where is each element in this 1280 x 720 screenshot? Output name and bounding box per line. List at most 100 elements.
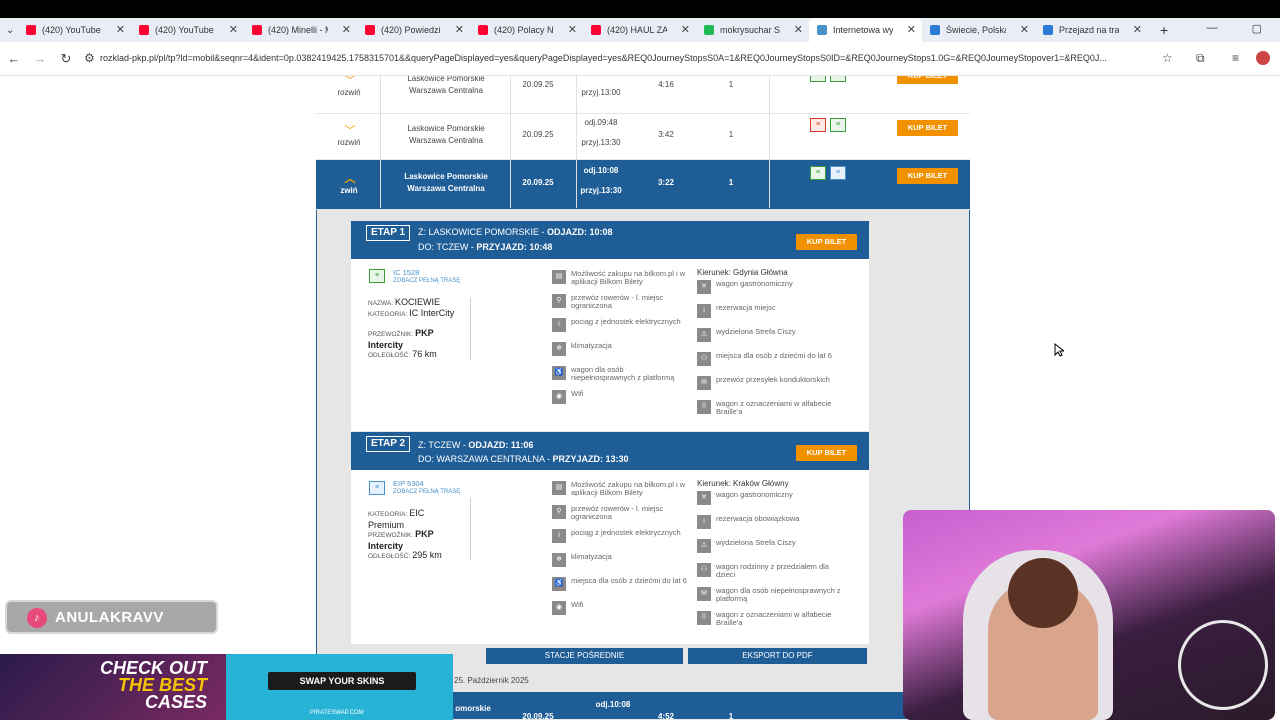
browser-tab[interactable]: (420) Minelli - Mi ✕ (244, 18, 357, 42)
feature-icon: i (552, 318, 566, 332)
feature-icon: ⚇ (697, 563, 711, 577)
arrival-time: przyj.13:30 (581, 138, 621, 147)
feature-label: Wifi (571, 600, 584, 609)
etap2-eip-train-icon: ≡ (369, 481, 385, 495)
train-type-icon: ≡ (810, 76, 826, 82)
etap2-distance-key: ODLEGŁOŚĆ: (368, 553, 411, 560)
tiktok-handle: ANULAKRAVV (55, 608, 164, 626)
tab-title: (420) YouTube (155, 25, 214, 35)
connection-row[interactable]: ﹀ rozwiń Laskowice Pomorskie Warszawa Centr… (316, 76, 970, 114)
feature-label: wagon dla osób niepełnosprawnych z platf… (716, 586, 841, 603)
export-pdf-button[interactable]: EKSPORT DO PDF (688, 648, 867, 664)
tab-close-icon[interactable]: ✕ (342, 23, 351, 36)
train-feature: ❄ klimatyzacja (552, 553, 689, 567)
browser-tab[interactable]: (420) HAUL ZAKU ✕ (583, 18, 696, 42)
tab-close-icon[interactable]: ✕ (907, 23, 916, 36)
profile-avatar[interactable] (1256, 51, 1270, 65)
date-note: 25. Październik 2025 (454, 676, 529, 685)
browser-tab[interactable]: Świecie, Polska - ✕ (922, 18, 1035, 42)
tab-close-icon[interactable]: ✕ (568, 23, 577, 36)
tab-close-icon[interactable]: ✕ (681, 23, 690, 36)
etap2-full-route-link[interactable]: ZOBACZ PEŁNĄ TRASĘ (393, 489, 460, 495)
intermediate-stations-button[interactable]: STACJE POŚREDNIE (486, 648, 683, 664)
browser-tab[interactable]: Internetowa wysz ✕ (809, 18, 922, 42)
tab-favicon-icon (1043, 25, 1053, 35)
browser-tab[interactable]: mokrysuchar Stre ✕ (696, 18, 809, 42)
etap1-name: NAZWA: KOCIEWIE (368, 297, 440, 307)
bookmark-star-icon[interactable]: ☆ (1162, 51, 1173, 65)
tab-search-icon[interactable]: ⌄ (0, 25, 18, 36)
tab-close-icon[interactable]: ✕ (1020, 23, 1029, 36)
buy-ticket-button[interactable]: KUP BILET (897, 120, 958, 136)
browser-tab[interactable]: (420) YouTube ✕ (131, 18, 244, 42)
train-feature: ⚲ przewóz rowerów - l. miejsc ograniczona (552, 505, 689, 521)
train-type-icon: ≡ (830, 76, 846, 82)
maximize-icon[interactable]: ▢ (1252, 22, 1262, 35)
tab-close-icon[interactable]: ✕ (229, 23, 238, 36)
feature-label: pociąg z jednostek elektrycznych (571, 528, 681, 537)
browser-tab[interactable]: (420) Powiedziel ✕ (357, 18, 470, 42)
tab-close-icon[interactable]: ✕ (1133, 23, 1142, 36)
tab-close-icon[interactable]: ✕ (455, 23, 464, 36)
train-feature: i pociąg z jednostek elektrycznych (552, 318, 689, 332)
feature-icon: ♿ (552, 577, 566, 591)
tab-close-icon[interactable]: ✕ (116, 23, 125, 36)
train-feature: i pociąg z jednostek elektrycznych (552, 529, 689, 543)
train-feature: ⚇ wagon rodzinny z przedziałem dla dzieci (697, 563, 844, 579)
tab-title: (420) YouTube (42, 25, 101, 35)
browser-tab[interactable]: (420) YouTube ✕ (18, 18, 131, 42)
toggle-link[interactable]: rozwiń (332, 88, 366, 97)
forward-icon[interactable]: → (28, 51, 52, 66)
connection-row[interactable]: ﹀ rozwiń Laskowice Pomorskie Warszawa Centr… (316, 112, 970, 160)
browser-tab[interactable]: Przejazd na trasi ✕ (1035, 18, 1148, 42)
etap1-buy-button[interactable]: KUP BILET (796, 234, 857, 250)
etap2-departure: ODJAZD: 11:06 (468, 440, 534, 450)
etap1-category-value: IC InterCity (409, 308, 455, 318)
connection-row[interactable]: ︿ zwiń Laskowice Pomorskie Warszawa Central… (316, 160, 970, 210)
etap1-train-number[interactable]: IC 1528 (393, 268, 419, 277)
train-feature: ⚠ wydzielona Strefa Ciszy (697, 539, 844, 553)
etap1-distance-value: 76 km (412, 349, 437, 359)
new-tab-button[interactable]: + (1160, 22, 1168, 38)
toggle-link[interactable]: rozwiń (332, 138, 366, 147)
buy-ticket-button[interactable]: KUP BILET (897, 168, 958, 184)
feature-icon: ◉ (552, 390, 566, 404)
etap2-train-number[interactable]: EIP 5304 (393, 479, 424, 488)
back-icon[interactable]: ← (2, 51, 26, 66)
reload-icon[interactable]: ↻ (54, 51, 78, 67)
departure-time: odj.09:48 (584, 118, 618, 127)
tab-favicon-icon (252, 25, 262, 35)
browser-tab[interactable]: (420) Polacy NIE ✕ (470, 18, 583, 42)
feature-icon: ⚲ (552, 505, 566, 519)
chevron-down-icon[interactable]: ﹀ (340, 76, 360, 87)
url-field[interactable]: rozklad-pkp.pl/pl/tp?ld=mobil&seqnr=4&id… (100, 53, 1107, 63)
feature-label: wagon rodzinny z przedziałem dla dzieci (716, 562, 829, 579)
promo-headline: CHECK OUT THE BEST CASES (100, 659, 207, 711)
etap2-divider (470, 498, 471, 560)
site-info-icon[interactable]: ⚙ (84, 51, 95, 65)
feature-label: wagon z oznaczeniami w alfabecie Braille… (716, 610, 832, 627)
toggle-link[interactable]: zwiń (332, 186, 366, 195)
chevron-down-icon[interactable]: ﹀ (340, 126, 360, 137)
chevron-up-icon[interactable]: ︿ (340, 174, 360, 185)
tab-favicon-icon (365, 25, 375, 35)
etap2-buy-button[interactable]: KUP BILET (796, 445, 857, 461)
next-changes: 1 (728, 712, 734, 720)
etap2-badge: ETAP 2 (366, 436, 410, 452)
buy-ticket-button[interactable]: KUP BILET (897, 76, 958, 84)
feature-label: klimatyzacja (571, 552, 612, 561)
extensions-icon[interactable]: ⧉ (1196, 51, 1205, 66)
station-to: Warszawa Centralna (407, 184, 485, 193)
feature-label: wydzielona Strefa Ciszy (716, 327, 796, 336)
etap1-full-route-link[interactable]: ZOBACZ PEŁNĄ TRASĘ (393, 278, 460, 284)
tiktok-icon: ♪ (27, 608, 47, 628)
feature-icon: ⚇ (697, 352, 711, 366)
departure-time: odj.10:08 (583, 166, 619, 175)
train-feature: ♿ wagon dla osób niepełnosprawnych z plat… (552, 366, 689, 382)
minimize-icon[interactable]: — (1207, 22, 1218, 35)
travel-date: 20.09.25 (522, 80, 554, 89)
tab-favicon-icon (139, 25, 149, 35)
train-feature: ⚇ miejsca dla osób z dziećmi do lat 6 (697, 352, 844, 366)
menu-icon[interactable]: ≡ (1232, 51, 1239, 65)
tab-close-icon[interactable]: ✕ (794, 23, 803, 36)
